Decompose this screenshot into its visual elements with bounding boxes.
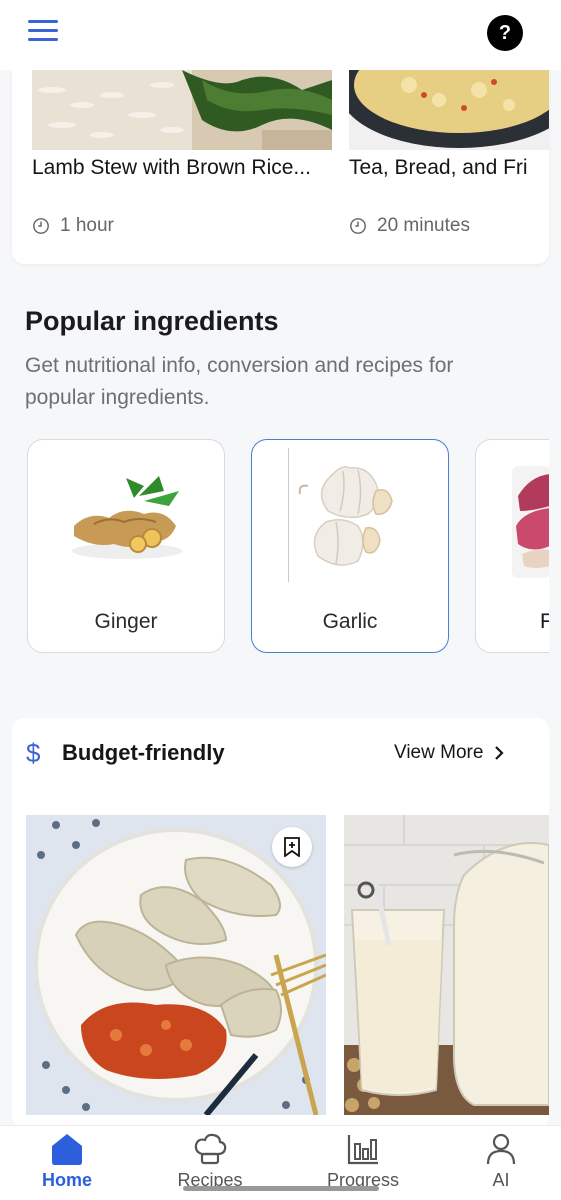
recipe-time: 20 minutes: [349, 215, 470, 237]
recipe-time-label: 20 minutes: [377, 215, 470, 236]
home-indicator[interactable]: [183, 1186, 379, 1191]
hamburger-icon[interactable]: [28, 20, 58, 46]
home-icon: [52, 1134, 82, 1165]
nav-label: AI: [492, 1170, 510, 1190]
budget-friendly-section: $ Budget-friendly View More: [12, 718, 549, 1128]
sweet-potato-image: [512, 466, 549, 578]
recipe-title[interactable]: Lamb Stew with Brown Rice...: [32, 156, 334, 180]
view-more-label: View More: [394, 742, 484, 763]
nav-ai[interactable]: AI: [451, 1132, 551, 1191]
popular-ingredients-title: Popular ingredients: [25, 306, 279, 336]
nav-label: Home: [41, 1170, 92, 1190]
bar-chart-icon: [347, 1135, 378, 1165]
recipe-time-label: 1 hour: [60, 215, 114, 236]
top-bar: ?: [0, 0, 561, 70]
nav-home[interactable]: Home: [17, 1132, 117, 1191]
recipe-image[interactable]: [344, 815, 549, 1115]
clock-icon: [33, 218, 49, 234]
budget-friendly-title: Budget-friendly: [62, 740, 225, 765]
bookmark-add-icon: [284, 837, 300, 857]
nav-recipes[interactable]: Recipes: [160, 1132, 260, 1191]
recipe-image[interactable]: [349, 70, 549, 150]
ingredient-label: Garlic: [322, 610, 378, 633]
recipe-time: 1 hour: [32, 215, 114, 237]
person-icon: [486, 1133, 516, 1165]
recipe-image[interactable]: [32, 70, 332, 150]
recipe-title[interactable]: Tea, Bread, and Fri: [349, 156, 549, 180]
bookmark-button[interactable]: [272, 827, 312, 867]
ingredient-card-garlic[interactable]: Garlic: [251, 439, 449, 653]
ingredient-card-partial[interactable]: F: [475, 439, 549, 653]
view-more-link[interactable]: View More: [394, 742, 505, 764]
dollar-icon: $: [26, 738, 41, 768]
help-button[interactable]: ?: [487, 15, 523, 51]
ingredient-label: F: [540, 610, 549, 634]
chevron-right-icon: [495, 746, 504, 760]
ginger-image: [72, 476, 182, 559]
chef-hat-icon: [194, 1133, 227, 1165]
nav-progress[interactable]: Progress: [313, 1132, 413, 1191]
recipe-image[interactable]: [26, 815, 326, 1115]
clock-icon: [350, 218, 366, 234]
ingredient-card-ginger[interactable]: Ginger: [27, 439, 225, 653]
ingredient-label: Ginger: [94, 610, 158, 633]
garlic-image: [298, 466, 393, 566]
popular-ingredients-subtitle: Get nutritional info, conversion and rec…: [25, 354, 454, 409]
